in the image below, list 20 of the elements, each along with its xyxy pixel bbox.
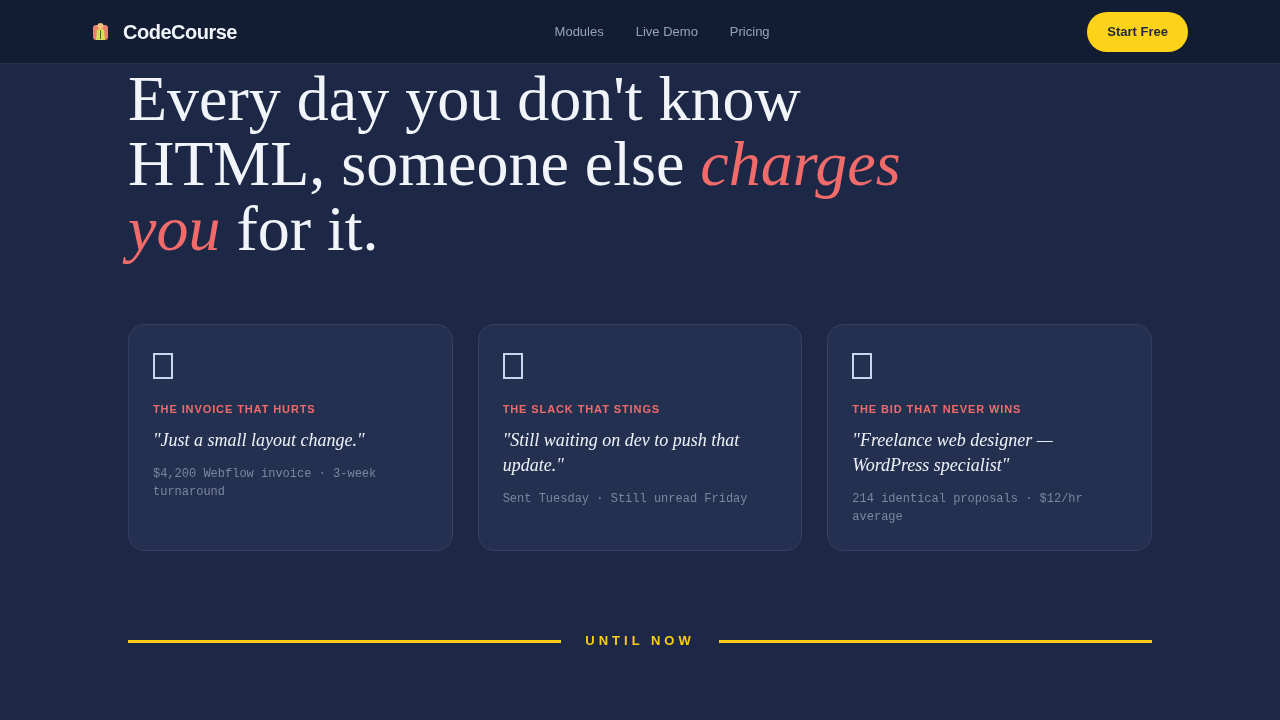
card-quote: "Just a small layout change."	[153, 429, 366, 452]
logo-icon	[92, 22, 109, 41]
nav-link[interactable]: Pricing	[729, 21, 770, 42]
start-free-button[interactable]: Start Free	[1087, 11, 1188, 52]
card-label: THE SLACK THAT STINGS	[502, 402, 662, 417]
card-label: THE INVOICE THAT HURTS	[153, 402, 317, 417]
card-detail: 214 identical proposals · $12/hr average	[852, 491, 1084, 526]
nav-link[interactable]: Modules	[554, 21, 604, 42]
nav-link[interactable]: Live Demo	[635, 21, 698, 42]
card-label: THE BID THAT NEVER WINS	[852, 402, 1023, 417]
card-detail: $4,200 Webflow invoice · 3-week turnaround	[153, 466, 378, 501]
card-detail: Sent Tuesday · Still unread Friday	[502, 491, 749, 508]
hero-headline: Every day you don't know HTML, someone else charges you for it.	[120, 66, 1014, 267]
card-quote: "Freelance web designer — WordPress specialist"	[852, 429, 1054, 477]
empty-rectangle-icon	[153, 353, 173, 379]
section-divider-label: UNTIL NOW	[585, 632, 695, 650]
empty-rectangle-icon	[852, 353, 873, 379]
empty-rectangle-icon	[502, 353, 523, 379]
card-quote: "Still waiting on dev to push that update."	[502, 429, 741, 477]
brand-name[interactable]: CodeCourse	[123, 16, 237, 47]
